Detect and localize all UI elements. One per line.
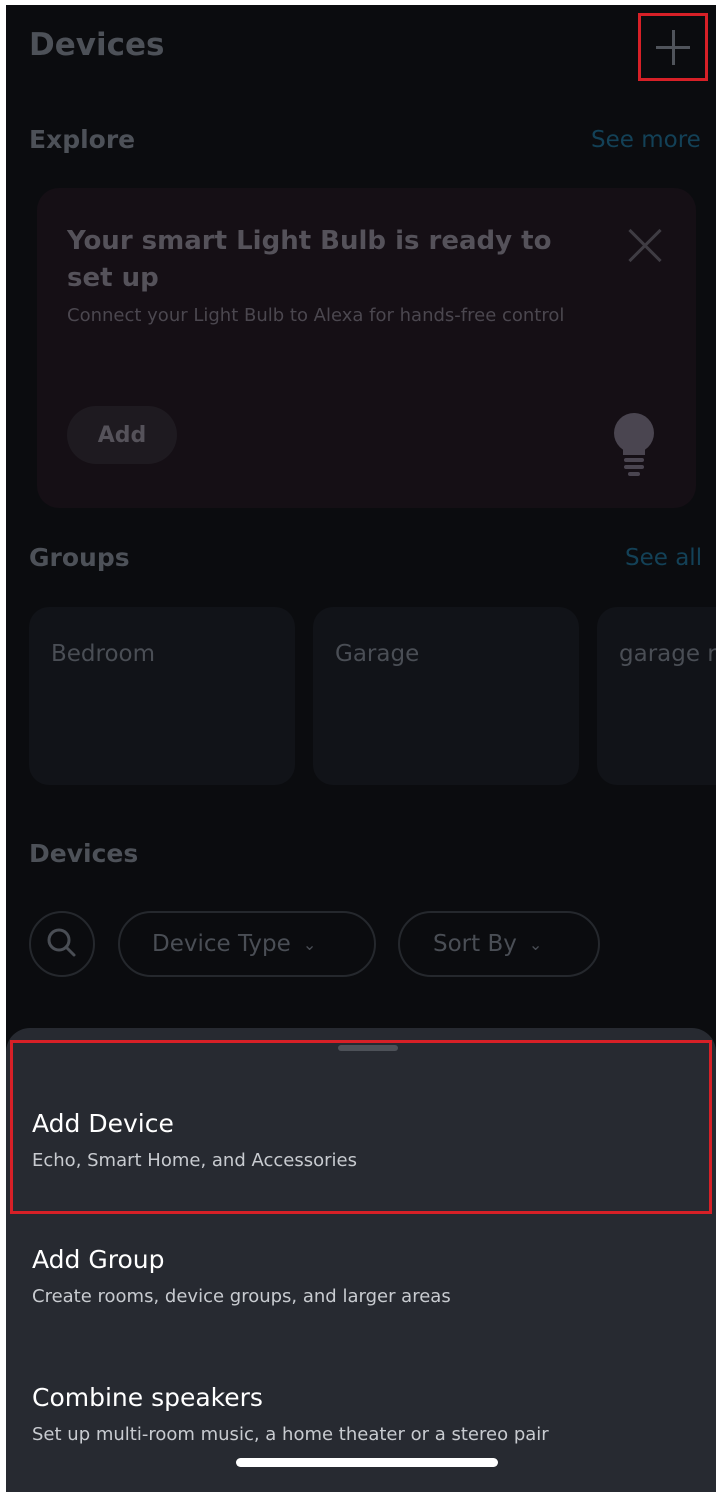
groups-heading: Groups xyxy=(29,543,130,572)
option-title: Add Device xyxy=(32,1109,174,1138)
device-type-filter[interactable]: Device Type ⌄ xyxy=(118,911,376,977)
page-title: Devices xyxy=(29,27,165,63)
card-add-button[interactable]: Add xyxy=(67,406,177,464)
add-group-option[interactable]: Add Group Create rooms, device groups, a… xyxy=(32,1244,451,1310)
combine-speakers-option[interactable]: Combine speakers Set up multi-room music… xyxy=(32,1382,549,1448)
see-all-link[interactable]: See all xyxy=(625,545,702,571)
sort-by-filter[interactable]: Sort By ⌄ xyxy=(398,911,600,977)
add-plus-button[interactable] xyxy=(638,13,708,81)
chevron-down-icon: ⌄ xyxy=(302,934,317,954)
group-tile-garage[interactable]: Garage xyxy=(313,607,579,785)
home-indicator xyxy=(236,1458,498,1467)
group-label: Garage xyxy=(335,641,420,667)
option-subtitle: Echo, Smart Home, and Accessories xyxy=(32,1150,357,1171)
sort-by-label: Sort By xyxy=(433,931,517,957)
devices-heading: Devices xyxy=(29,839,139,868)
device-type-label: Device Type xyxy=(152,931,291,957)
search-icon xyxy=(47,928,76,957)
add-device-option[interactable]: Add Device Echo, Smart Home, and Accesso… xyxy=(32,1108,357,1174)
app-screen: Devices Explore See more Your smart Ligh… xyxy=(6,5,716,1492)
search-button[interactable] xyxy=(29,911,95,977)
option-title: Combine speakers xyxy=(32,1383,263,1412)
chevron-down-icon: ⌄ xyxy=(528,934,543,954)
explore-heading: Explore xyxy=(29,125,136,154)
group-label: Bedroom xyxy=(51,641,156,667)
group-tile-bedroom[interactable]: Bedroom xyxy=(29,607,295,785)
light-bulb-icon xyxy=(614,413,654,476)
add-options-sheet: Add Device Echo, Smart Home, and Accesso… xyxy=(6,1028,716,1492)
plus-icon-vertical xyxy=(672,30,675,65)
card-description: Connect your Light Bulb to Alexa for han… xyxy=(67,305,565,326)
see-more-link[interactable]: See more xyxy=(591,127,701,153)
close-icon[interactable] xyxy=(627,228,663,264)
setup-card: Your smart Light Bulb is ready to set up… xyxy=(37,188,696,508)
card-title: Your smart Light Bulb is ready to set up xyxy=(67,226,552,293)
option-subtitle: Set up multi-room music, a home theater … xyxy=(32,1424,549,1445)
group-tile-garage-room[interactable]: garage ro xyxy=(597,607,716,785)
option-subtitle: Create rooms, device groups, and larger … xyxy=(32,1286,451,1307)
option-title: Add Group xyxy=(32,1245,165,1274)
group-label: garage ro xyxy=(619,641,716,667)
